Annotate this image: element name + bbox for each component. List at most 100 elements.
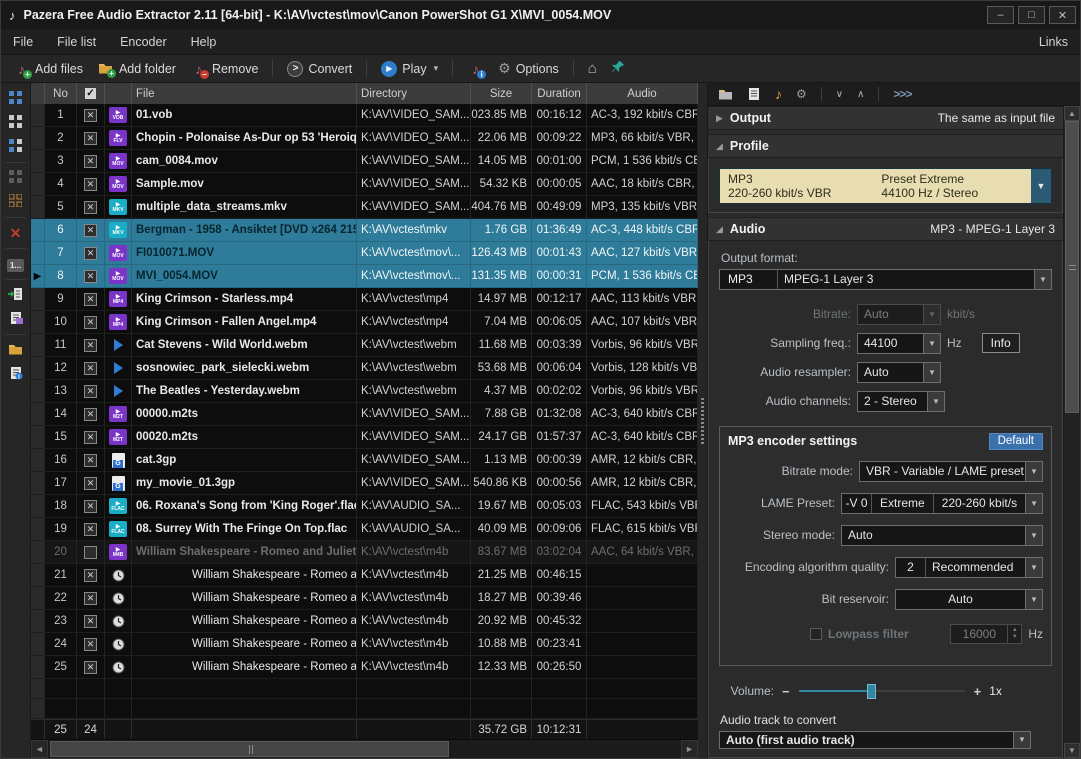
row-checkbox-cell[interactable]: ✕ [77, 403, 105, 426]
header-duration[interactable]: Duration [532, 83, 587, 104]
table-row[interactable]: 19✕▶FLAC08. Surrey With The Fringe On To… [31, 518, 698, 541]
home-button[interactable]: ⌂ [584, 59, 601, 78]
row-checkbox[interactable]: ✕ [84, 201, 97, 214]
table-row[interactable]: 2✕▶FLVChopin - Polonaise As-Dur op 53 'H… [31, 127, 698, 150]
bitrate-mode-select[interactable]: VBR - Variable / LAME preset▼ [859, 461, 1043, 482]
list-properties-button[interactable] [4, 307, 28, 331]
output-section-header[interactable]: ▶ Output The same as input file [708, 106, 1063, 130]
play-button[interactable]: ▶Play▾ [377, 58, 442, 79]
invert-selection-button[interactable] [4, 135, 28, 159]
table-row[interactable]: 5✕▶MKVmultiple_data_streams.mkvK:\AV\VID… [31, 196, 698, 219]
vertical-scrollbar[interactable]: ▲ ▼ [1063, 106, 1080, 758]
row-checkbox-cell[interactable]: ✕ [77, 472, 105, 495]
header-file[interactable]: File [132, 83, 357, 104]
table-row[interactable]: 24✕William Shakespeare - Romeo and Juli.… [31, 633, 698, 656]
row-checkbox[interactable]: ✕ [84, 408, 97, 421]
add-folder-button[interactable]: +Add folder [93, 58, 180, 79]
row-checkbox-cell[interactable]: ✕ [77, 311, 105, 334]
row-checkbox[interactable]: ✕ [84, 316, 97, 329]
table-row[interactable]: ▶8✕▶MOVMVI_0054.MOVK:\AV\vctest\mov\...1… [31, 265, 698, 288]
check-all-button[interactable] [4, 87, 28, 111]
pin-button[interactable] [607, 58, 629, 79]
row-checkbox[interactable]: ✕ [84, 109, 97, 122]
row-checkbox-cell[interactable]: ✕ [77, 219, 105, 242]
volume-slider-handle[interactable] [867, 684, 876, 699]
table-row[interactable]: 6✕▶MKVBergman - 1958 - Ansiktet [DVD x26… [31, 219, 698, 242]
music-note-icon[interactable]: ♪ [775, 86, 782, 102]
menu-encoder[interactable]: Encoder [120, 35, 167, 49]
row-checkbox-cell[interactable]: ✕ [77, 656, 105, 679]
scroll-up-arrow-icon[interactable]: ▲ [1064, 106, 1080, 121]
convert-button[interactable]: >Convert [283, 58, 356, 79]
table-row[interactable]: 11✕Cat Stevens - Wild World.webmK:\AV\vc… [31, 334, 698, 357]
folder-icon[interactable] [718, 88, 733, 100]
table-row[interactable]: 15✕▶M2T00020.m2tsK:\AV\VIDEO_SAM...24.17… [31, 426, 698, 449]
chevron-down-icon[interactable]: ∨ [836, 89, 843, 100]
encoding-quality-select[interactable]: 2 Recommended ▼ [895, 557, 1043, 578]
gear-icon[interactable]: ⚙ [796, 88, 807, 100]
add-files-button[interactable]: ♪+Add files [9, 59, 87, 79]
row-checkbox[interactable]: ✕ [84, 155, 97, 168]
close-button[interactable]: ✕ [1049, 6, 1076, 24]
table-row[interactable]: 10✕▶MP4King Crimson - Fallen Angel.mp4K:… [31, 311, 698, 334]
chevron-down-icon[interactable]: ▾ [434, 63, 439, 74]
row-checkbox[interactable]: ✕ [84, 247, 97, 260]
check-all-checkbox[interactable]: ✓ [84, 87, 97, 100]
row-checkbox[interactable]: ✕ [84, 224, 97, 237]
table-row[interactable]: 7✕▶MOVFI010071.MOVK:\AV\vctest\mov\...12… [31, 242, 698, 265]
table-row[interactable]: 9✕▶MP4King Crimson - Starless.mp4K:\AV\v… [31, 288, 698, 311]
volume-slider[interactable] [798, 689, 966, 693]
chevron-down-icon[interactable]: ▼ [1013, 732, 1030, 748]
row-checkbox[interactable]: ✕ [84, 385, 97, 398]
table-row[interactable]: 1✕▶VOB01.vobK:\AV\VIDEO_SAM...1023.85 MB… [31, 104, 698, 127]
header-audio[interactable]: Audio [587, 83, 698, 104]
panel-splitter[interactable] [698, 83, 708, 758]
header-no[interactable]: No [45, 83, 77, 104]
chevron-down-icon[interactable]: ▼ [1031, 169, 1051, 203]
table-row[interactable]: 4✕▶MOVSample.movK:\AV\VIDEO_SAM...54.32 … [31, 173, 698, 196]
menu-links[interactable]: Links [1039, 35, 1068, 49]
row-checkbox-cell[interactable]: ✕ [77, 449, 105, 472]
remove-button[interactable]: ♪−Remove [186, 59, 263, 79]
audio-track-select[interactable]: Auto (first audio track)▼ [719, 731, 1031, 749]
row-checkbox-cell[interactable]: ✕ [77, 265, 105, 288]
lame-preset-select[interactable]: -V 0 Extreme 220-260 kbit/s ▼ [841, 493, 1043, 514]
row-checkbox[interactable] [84, 546, 97, 559]
row-checkbox-cell[interactable]: ✕ [77, 150, 105, 173]
menu-help[interactable]: Help [191, 35, 217, 49]
row-checkbox-cell[interactable]: ✕ [77, 495, 105, 518]
scroll-down-arrow-icon[interactable]: ▼ [1064, 743, 1080, 758]
horizontal-scrollbar[interactable]: ◄ ► [31, 739, 698, 758]
audio-section-header[interactable]: ◢ Audio MP3 - MPEG-1 Layer 3 [708, 217, 1063, 241]
table-row[interactable]: 22✕William Shakespeare - Romeo and Juli.… [31, 587, 698, 610]
row-checkbox-cell[interactable]: ✕ [77, 104, 105, 127]
chevron-down-icon[interactable]: ▼ [1025, 462, 1042, 481]
vscroll-thumb[interactable] [1065, 121, 1079, 413]
chevron-up-icon[interactable]: ∧ [857, 89, 864, 100]
row-checkbox-cell[interactable]: ✕ [77, 633, 105, 656]
header-directory[interactable]: Directory [357, 83, 471, 104]
table-row[interactable]: 21✕William Shakespeare - Romeo and Juli.… [31, 564, 698, 587]
row-checkbox-cell[interactable]: ✕ [77, 357, 105, 380]
lowpass-filter-checkbox[interactable] [810, 628, 822, 640]
row-checkbox-cell[interactable]: ✕ [77, 334, 105, 357]
row-checkbox-cell[interactable]: ✕ [77, 610, 105, 633]
expand-all-icon[interactable]: >>> [893, 87, 911, 101]
vscroll-track[interactable] [1064, 121, 1080, 743]
row-checkbox[interactable]: ✕ [84, 615, 97, 628]
table-row[interactable]: 18✕▶FLAC06. Roxana's Song from 'King Rog… [31, 495, 698, 518]
orange-squares-button[interactable] [4, 190, 28, 214]
row-checkbox-cell[interactable]: ✕ [77, 288, 105, 311]
sampling-freq-select[interactable]: 44100▼ [857, 333, 941, 354]
header-size[interactable]: Size [471, 83, 532, 104]
row-checkbox[interactable]: ✕ [84, 293, 97, 306]
output-format-select[interactable]: MP3 MPEG-1 Layer 3 ▼ [719, 269, 1052, 290]
chevron-down-icon[interactable]: ▼ [1025, 526, 1042, 545]
scroll-right-arrow-icon[interactable]: ► [681, 740, 698, 758]
profile-combobox[interactable]: MP3 220-260 kbit/s VBR Preset Extreme 44… [719, 168, 1052, 204]
profile-section-header[interactable]: ◢ Profile [708, 134, 1063, 158]
volume-minus-icon[interactable]: − [782, 684, 790, 699]
row-checkbox[interactable]: ✕ [84, 178, 97, 191]
row-checkbox[interactable]: ✕ [84, 523, 97, 536]
row-checkbox[interactable]: ✕ [84, 661, 97, 674]
